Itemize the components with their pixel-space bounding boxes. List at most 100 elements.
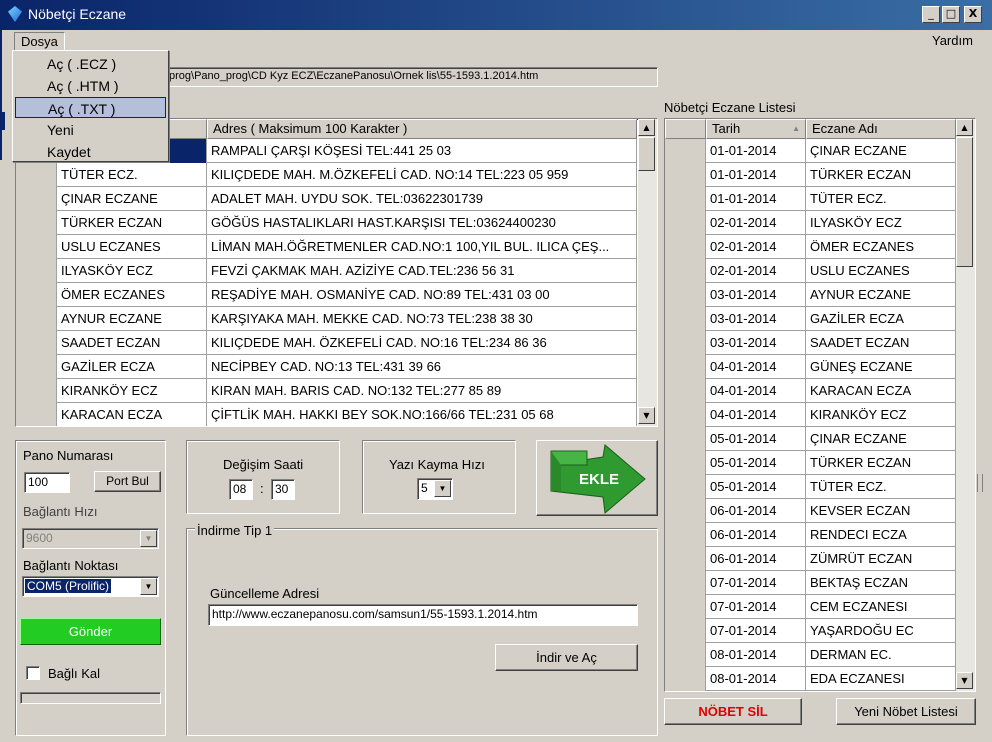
list-row[interactable]: 07-01-2014 YAŞARDOĞU EC	[665, 619, 956, 643]
menu-yardim[interactable]: Yardım	[926, 32, 979, 51]
duty-pharmacy-cell[interactable]: TÜRKER ECZAN	[806, 163, 956, 187]
duty-date-cell[interactable]: 03-01-2014	[706, 283, 806, 307]
port-bul-button[interactable]: Port Bul	[94, 471, 161, 492]
table-row[interactable]: KARACAN ECZA ÇİFTLİK MAH. HAKKI BEY SOK.N…	[16, 403, 637, 426]
list-row-selector[interactable]	[665, 283, 706, 307]
list-row[interactable]: 01-01-2014 TÜTER ECZ.	[665, 187, 956, 211]
duty-date-cell[interactable]: 04-01-2014	[706, 379, 806, 403]
row-selector[interactable]	[16, 211, 57, 235]
duty-date-cell[interactable]: 01-01-2014	[706, 187, 806, 211]
duty-date-cell[interactable]: 03-01-2014	[706, 331, 806, 355]
minute-input[interactable]: 30	[271, 479, 295, 500]
list-row-selector[interactable]	[665, 547, 706, 571]
list-header-date[interactable]: Tarih ▲	[706, 119, 806, 139]
pharmacy-name-cell[interactable]: TÜTER ECZ.	[57, 163, 207, 187]
duty-pharmacy-cell[interactable]: ÖMER ECZANES	[806, 235, 956, 259]
duty-date-cell[interactable]: 05-01-2014	[706, 475, 806, 499]
list-row[interactable]: 06-01-2014 KEVSER ECZAN	[665, 499, 956, 523]
list-row[interactable]: 05-01-2014 ÇINAR ECZANE	[665, 427, 956, 451]
list-row-selector[interactable]	[665, 595, 706, 619]
list-row-selector[interactable]	[665, 307, 706, 331]
list-row-selector[interactable]	[665, 475, 706, 499]
pharmacy-name-cell[interactable]: ILYASKÖY ECZ	[57, 259, 207, 283]
duty-pharmacy-cell[interactable]: SAADET ECZAN	[806, 331, 956, 355]
table-row[interactable]: GAZİLER ECZA NECİPBEY CAD. NO:13 TEL:431 …	[16, 355, 637, 379]
pharmacy-name-cell[interactable]: USLU ECZANES	[57, 235, 207, 259]
list-row[interactable]: 05-01-2014 TÜRKER ECZAN	[665, 451, 956, 475]
menu-dosya[interactable]: Dosya	[14, 32, 65, 51]
scroll-speed-select[interactable]: 5 ▼	[417, 478, 453, 500]
pharmacy-address-cell[interactable]: KILIÇDEDE MAH. M.ÖZKEFELİ CAD. NO:14 TEL…	[207, 163, 637, 187]
list-row[interactable]: 07-01-2014 CEM ECZANESI	[665, 595, 956, 619]
list-row[interactable]: 02-01-2014 USLU ECZANES	[665, 259, 956, 283]
pano-number-input[interactable]: 100	[24, 472, 70, 493]
row-selector[interactable]	[16, 331, 57, 355]
duty-date-cell[interactable]: 04-01-2014	[706, 403, 806, 427]
list-header-name[interactable]: Eczane Adı	[806, 119, 956, 139]
list-row-selector[interactable]	[665, 667, 706, 691]
list-row[interactable]: 04-01-2014 KARACAN ECZA	[665, 379, 956, 403]
pharmacy-address-cell[interactable]: KARŞIYAKA MAH. MEKKE CAD. NO:73 TEL:238 …	[207, 307, 637, 331]
list-row[interactable]: 05-01-2014 TÜTER ECZ.	[665, 475, 956, 499]
duty-pharmacy-cell[interactable]: ÇINAR ECZANE	[806, 427, 956, 451]
pharmacy-address-cell[interactable]: REŞADİYE MAH. OSMANİYE CAD. NO:89 TEL:43…	[207, 283, 637, 307]
row-selector[interactable]	[16, 187, 57, 211]
row-selector[interactable]	[16, 355, 57, 379]
bagli-kal-checkbox[interactable]	[26, 666, 40, 680]
list-row-selector[interactable]	[665, 235, 706, 259]
duty-pharmacy-cell[interactable]: GÜNEŞ ECZANE	[806, 355, 956, 379]
pharmacy-name-cell[interactable]: TÜRKER ECZAN	[57, 211, 207, 235]
pharmacy-address-cell[interactable]: ÇİFTLİK MAH. HAKKI BEY SOK.NO:166/66 TEL…	[207, 403, 637, 426]
row-selector[interactable]	[16, 163, 57, 187]
list-row-selector[interactable]	[665, 211, 706, 235]
duty-pharmacy-cell[interactable]: ILYASKÖY ECZ	[806, 211, 956, 235]
list-row[interactable]: 01-01-2014 ÇINAR ECZANE	[665, 139, 956, 163]
row-selector[interactable]	[16, 403, 57, 426]
duty-pharmacy-cell[interactable]: DERMAN EC.	[806, 643, 956, 667]
duty-pharmacy-cell[interactable]: TÜTER ECZ.	[806, 475, 956, 499]
list-row[interactable]: 03-01-2014 GAZİLER ECZA	[665, 307, 956, 331]
pharmacy-name-cell[interactable]: GAZİLER ECZA	[57, 355, 207, 379]
menu-item-save[interactable]: Kaydet	[15, 141, 166, 162]
duty-pharmacy-list[interactable]: Tarih ▲ Eczane Adı 01-01-2014 ÇINAR ECZAN…	[664, 118, 976, 692]
list-row[interactable]: 08-01-2014 DERMAN EC.	[665, 643, 956, 667]
scroll-thumb[interactable]	[638, 137, 655, 171]
table-row[interactable]: KIRANKÖY ECZ KIRAN MAH. BARIS CAD. NO:132…	[16, 379, 637, 403]
download-open-button[interactable]: İndir ve Aç	[495, 644, 638, 671]
port-select[interactable]: COM5 (Prolific) ▼	[22, 576, 159, 597]
scroll-down-arrow-icon[interactable]: ▼	[638, 407, 655, 424]
list-row[interactable]: 08-01-2014 EDA ECZANESI	[665, 667, 956, 691]
duty-pharmacy-cell[interactable]: KEVSER ECZAN	[806, 499, 956, 523]
list-row[interactable]: 03-01-2014 AYNUR ECZANE	[665, 283, 956, 307]
list-row-selector[interactable]	[665, 379, 706, 403]
list-row-selector[interactable]	[665, 619, 706, 643]
duty-date-cell[interactable]: 06-01-2014	[706, 523, 806, 547]
pharmacy-name-cell[interactable]: SAADET ECZAN	[57, 331, 207, 355]
list-row-selector[interactable]	[665, 331, 706, 355]
menu-item-open-htm[interactable]: Aç ( .HTM )	[15, 75, 166, 96]
duty-date-cell[interactable]: 02-01-2014	[706, 259, 806, 283]
update-address-input[interactable]: http://www.eczanepanosu.com/samsun1/55-1…	[208, 604, 638, 626]
list-scroll-thumb[interactable]	[956, 137, 973, 267]
duty-pharmacy-cell[interactable]: CEM ECZANESI	[806, 595, 956, 619]
duty-pharmacy-cell[interactable]: ZÜMRÜT ECZAN	[806, 547, 956, 571]
list-row-selector[interactable]	[665, 139, 706, 163]
menu-item-open-ecz[interactable]: Aç ( .ECZ )	[15, 53, 166, 74]
table-row[interactable]: TÜRKER ECZAN GÖĞÜS HASTALIKLARI HAST.KARŞ…	[16, 211, 637, 235]
list-row-selector[interactable]	[665, 643, 706, 667]
resize-grip[interactable]	[977, 474, 983, 492]
list-row-selector[interactable]	[665, 451, 706, 475]
duty-date-cell[interactable]: 02-01-2014	[706, 211, 806, 235]
list-row[interactable]: 06-01-2014 RENDECI ECZA	[665, 523, 956, 547]
gonder-button[interactable]: Gönder	[20, 618, 161, 645]
list-row-selector[interactable]	[665, 259, 706, 283]
list-row[interactable]: 07-01-2014 BEKTAŞ ECZAN	[665, 571, 956, 595]
row-selector[interactable]	[16, 283, 57, 307]
minimize-button[interactable]: _	[922, 6, 940, 23]
duty-pharmacy-cell[interactable]: BEKTAŞ ECZAN	[806, 571, 956, 595]
list-row[interactable]: 06-01-2014 ZÜMRÜT ECZAN	[665, 547, 956, 571]
duty-date-cell[interactable]: 01-01-2014	[706, 139, 806, 163]
grid-header-address[interactable]: Adres ( Maksimum 100 Karakter )	[207, 119, 637, 139]
list-row-selector[interactable]	[665, 571, 706, 595]
ekle-button[interactable]: EKLE	[536, 440, 658, 516]
